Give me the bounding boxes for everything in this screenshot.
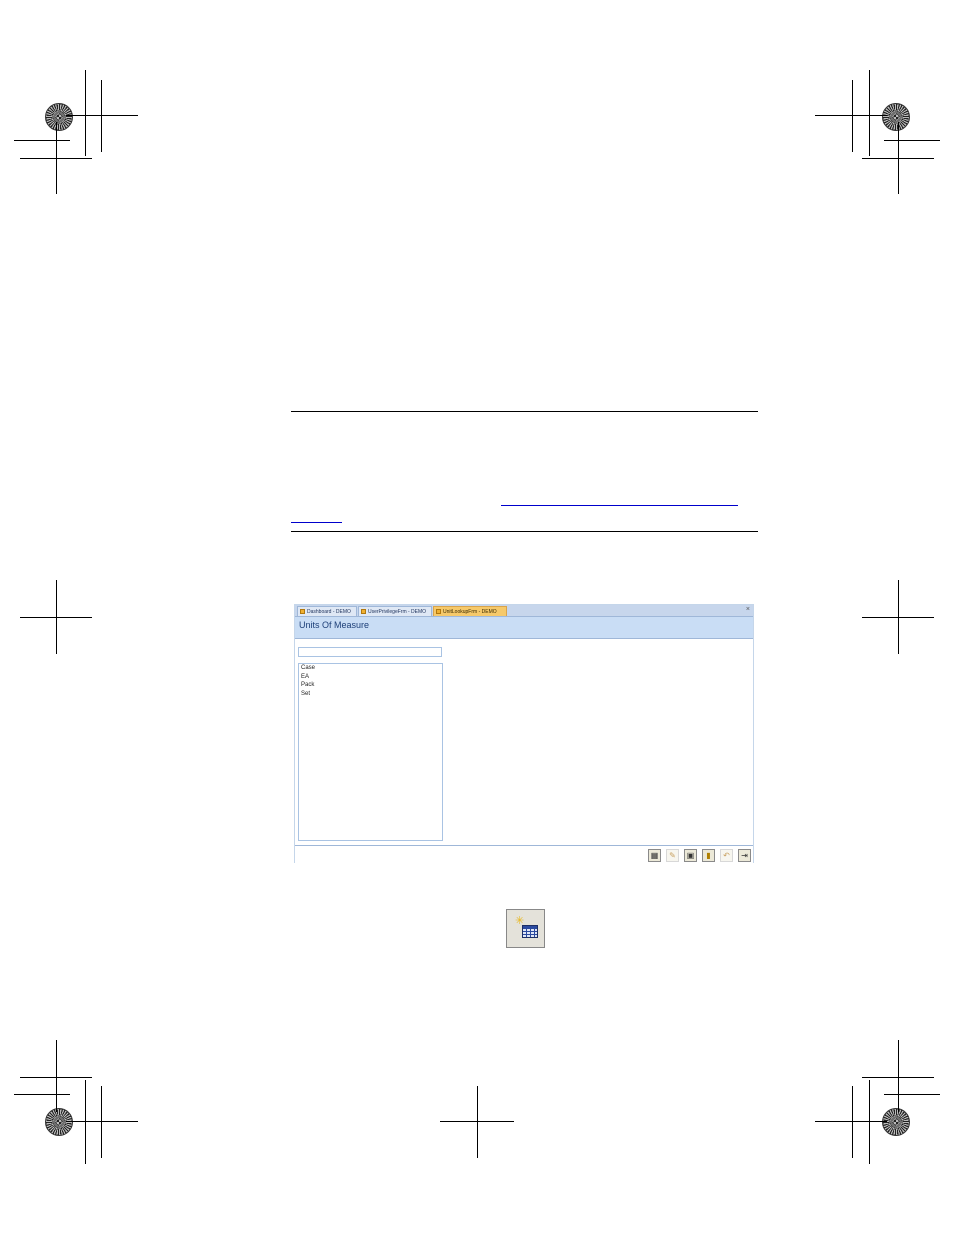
tab-unit-lookup[interactable]: UnitLookupFrm - DEMO [433, 606, 507, 616]
crop-mark [869, 1080, 870, 1164]
crop-mark [101, 1086, 102, 1158]
form-header: Units Of Measure [295, 617, 753, 639]
new-record-icon [522, 925, 538, 938]
crop-mark [56, 580, 57, 654]
crop-mark [66, 1121, 138, 1122]
page-title: Units Of Measure [299, 620, 370, 630]
tab-label: UserPrivilegeFrm - DEMO [368, 609, 427, 615]
exit-button[interactable]: ⇥ [738, 849, 751, 862]
exit-icon: ⇥ [741, 851, 748, 860]
crop-mark [815, 1121, 887, 1122]
crop-mark [66, 115, 138, 116]
link-underline[interactable] [501, 505, 738, 506]
document-tab-strip: Dashboard - DEMO UserPrivilegeFrm - DEMO… [295, 605, 753, 617]
tab-label: Dashboard - DEMO [307, 609, 351, 615]
record-toolbar: ▦ ✎ ▣ ▮ ↶ ⇥ [295, 845, 753, 864]
new-record-button[interactable]: ▦ [648, 849, 661, 862]
new-record-button-large[interactable]: ✳ [506, 909, 545, 948]
crop-mark [852, 80, 853, 152]
edit-record-button[interactable]: ✎ [666, 849, 679, 862]
divider-bottom [291, 531, 758, 532]
form-icon [436, 609, 441, 614]
color-bar-rosette-icon [882, 1108, 910, 1136]
delete-record-button[interactable]: ▮ [702, 849, 715, 862]
crop-mark [56, 122, 57, 194]
form-icon [300, 609, 305, 614]
unit-lookup-window: Dashboard - DEMO UserPrivilegeFrm - DEMO… [294, 604, 754, 864]
divider-top [291, 411, 758, 412]
unit-list[interactable]: Case EA Pack Set [298, 663, 443, 841]
crop-mark [56, 1040, 57, 1112]
crop-mark [815, 115, 887, 116]
save-record-button[interactable]: ▣ [684, 849, 697, 862]
link-underline[interactable] [291, 522, 342, 523]
crop-mark [85, 70, 86, 156]
save-record-icon: ▣ [686, 851, 695, 860]
color-bar-rosette-icon [45, 1108, 73, 1136]
crop-mark [898, 122, 899, 194]
crop-mark [898, 1040, 899, 1112]
crop-mark [852, 1086, 853, 1158]
crop-mark [884, 1094, 940, 1095]
crop-mark [898, 580, 899, 654]
undo-icon: ↶ [723, 851, 730, 860]
tab-dashboard[interactable]: Dashboard - DEMO [297, 606, 357, 616]
crop-mark [85, 1080, 86, 1164]
crop-mark [101, 80, 102, 152]
delete-record-icon: ▮ [706, 851, 711, 860]
crop-mark [884, 140, 940, 141]
undo-button[interactable]: ↶ [720, 849, 733, 862]
tab-label: UnitLookupFrm - DEMO [443, 609, 497, 615]
crop-mark [14, 140, 70, 141]
search-input[interactable] [298, 647, 442, 657]
crop-mark [14, 1094, 70, 1095]
list-item[interactable]: Set [299, 690, 442, 699]
edit-record-icon: ✎ [669, 851, 676, 860]
color-bar-rosette-icon [882, 103, 910, 131]
crop-mark [869, 70, 870, 156]
crop-mark [477, 1086, 478, 1158]
list-item[interactable]: Pack [299, 681, 442, 690]
new-record-icon: ▦ [650, 851, 659, 860]
form-icon [361, 609, 366, 614]
close-icon[interactable]: × [746, 605, 750, 615]
list-item[interactable]: Case [299, 664, 442, 673]
tab-user-privilege[interactable]: UserPrivilegeFrm - DEMO [358, 606, 432, 616]
color-bar-rosette-icon [45, 103, 73, 131]
list-item[interactable]: EA [299, 673, 442, 682]
